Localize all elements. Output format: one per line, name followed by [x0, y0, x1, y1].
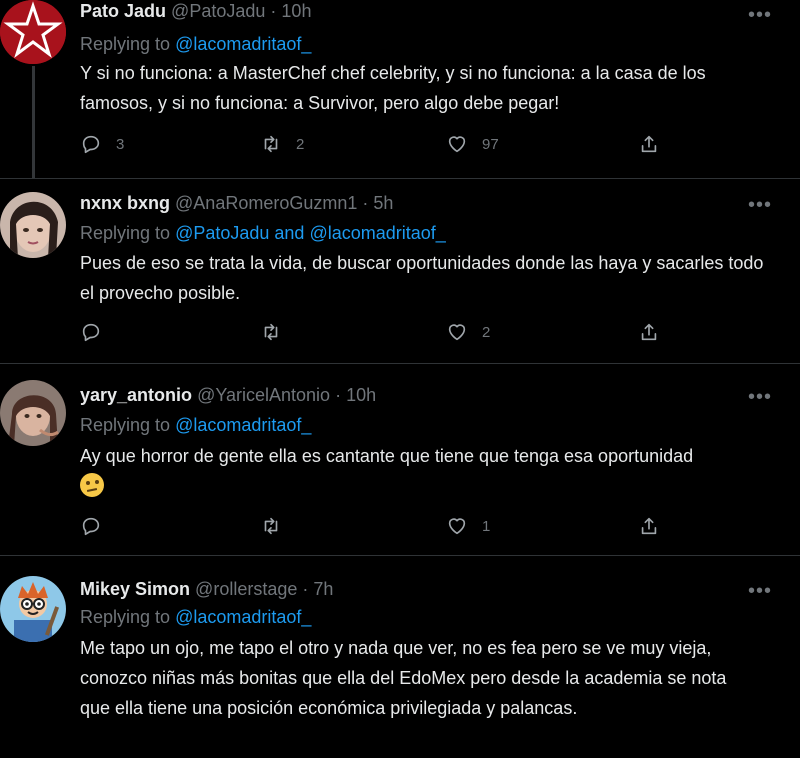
divider: [0, 178, 800, 179]
avatar[interactable]: [0, 192, 66, 258]
display-name[interactable]: yary_antonio: [80, 385, 192, 405]
like-count: 1: [482, 517, 491, 535]
tweet-text: Me tapo un ojo, me tapo el otro y nada q…: [80, 638, 727, 718]
timestamp[interactable]: 7h: [313, 579, 333, 599]
tweet-text: Ay que horror de gente ella es cantante …: [80, 441, 700, 501]
like-count: 97: [482, 135, 499, 153]
tweet-header: Mikey Simon @rollerstage · 7h: [80, 578, 333, 600]
tweet-header: Pato Jadu @PatoJadu · 10h: [80, 0, 311, 22]
mention-link[interactable]: @lacomadritaof_: [175, 415, 311, 435]
tweet[interactable]: Mikey Simon @rollerstage · 7h ••• Replyi…: [0, 556, 800, 758]
timestamp[interactable]: 10h: [281, 1, 311, 21]
timestamp[interactable]: 5h: [373, 193, 393, 213]
heart-icon: [448, 518, 466, 535]
tweet[interactable]: Pato Jadu @PatoJadu · 10h ••• Replying t…: [0, 0, 800, 178]
display-name[interactable]: Mikey Simon: [80, 579, 190, 599]
retweet-icon: [264, 135, 278, 153]
tweet[interactable]: yary_antonio @YaricelAntonio · 10h ••• R…: [0, 364, 800, 555]
share-button[interactable]: [638, 515, 660, 537]
retweet-icon: [264, 517, 278, 535]
tweet-actions: 1: [80, 515, 680, 539]
replying-to: Replying to @lacomadritaof_: [80, 33, 311, 55]
replying-to: Replying to @lacomadritaof_: [80, 414, 311, 436]
separator-dot: ·: [302, 579, 309, 599]
avatar[interactable]: [0, 0, 66, 64]
profile-photo-icon: [0, 380, 66, 446]
handle[interactable]: @rollerstage: [195, 579, 297, 599]
reply-count: 3: [116, 135, 125, 153]
more-options-icon[interactable]: •••: [748, 4, 772, 27]
avatar[interactable]: [0, 576, 66, 642]
separator-dot: ·: [362, 193, 369, 213]
retweet-icon: [264, 323, 278, 341]
share-icon: [641, 135, 657, 153]
heart-icon: [448, 324, 466, 341]
separator-dot: ·: [335, 385, 342, 405]
share-icon: [641, 517, 657, 535]
mention-link[interactable]: @lacomadritaof_: [175, 607, 311, 627]
star-avatar-icon: [0, 0, 66, 64]
share-button[interactable]: [638, 321, 660, 343]
cartoon-avatar-icon: [0, 576, 66, 642]
reply-icon: [82, 323, 100, 342]
replying-label: Replying to: [80, 34, 171, 54]
tweet-text: Y si no funciona: a MasterChef chef cele…: [80, 63, 706, 113]
replying-label: Replying to: [80, 223, 171, 243]
tweet-header: nxnx bxng @AnaRomeroGuzmn1 · 5h: [80, 192, 393, 214]
reply-icon: [82, 517, 100, 536]
tweet-actions: 3 2 97: [80, 133, 680, 157]
retweet-button[interactable]: [260, 321, 296, 343]
heart-icon: [448, 136, 466, 153]
handle[interactable]: @YaricelAntonio: [197, 385, 330, 405]
handle[interactable]: @AnaRomeroGuzmn1: [175, 193, 357, 213]
replying-label: Replying to: [80, 415, 171, 435]
reply-button[interactable]: [80, 321, 116, 343]
like-button[interactable]: 2: [446, 321, 490, 343]
more-options-icon[interactable]: •••: [748, 386, 772, 409]
tweet-text: Pues de eso se trata la vida, de buscar …: [80, 253, 764, 303]
share-button[interactable]: [638, 133, 660, 155]
like-button[interactable]: 1: [446, 515, 490, 537]
like-button[interactable]: 97: [446, 133, 499, 155]
share-icon: [641, 323, 657, 341]
reply-icon: [82, 135, 100, 154]
like-count: 2: [482, 323, 491, 341]
separator-dot: ·: [270, 1, 277, 21]
tweet-actions: 2: [80, 321, 680, 345]
retweet-count: 2: [296, 135, 305, 153]
thread-line: [32, 66, 35, 178]
more-options-icon[interactable]: •••: [748, 194, 772, 217]
tweet-text-content: Ay que horror de gente ella es cantante …: [80, 446, 694, 466]
more-options-icon[interactable]: •••: [748, 580, 772, 603]
tweet-header: yary_antonio @YaricelAntonio · 10h: [80, 384, 376, 406]
replying-to: Replying to @lacomadritaof_: [80, 606, 311, 628]
timestamp[interactable]: 10h: [346, 385, 376, 405]
display-name[interactable]: nxnx bxng: [80, 193, 170, 213]
replying-to: Replying to @PatoJadu and @lacomadritaof…: [80, 222, 446, 244]
thinking-face-emoji-icon: [80, 473, 104, 497]
handle[interactable]: @PatoJadu: [171, 1, 265, 21]
reply-button[interactable]: 3: [80, 133, 124, 155]
profile-photo-icon: [0, 192, 66, 258]
retweet-button[interactable]: 2: [260, 133, 304, 155]
replying-label: Replying to: [80, 607, 171, 627]
tweet[interactable]: nxnx bxng @AnaRomeroGuzmn1 · 5h ••• Repl…: [0, 180, 800, 363]
reply-button[interactable]: [80, 515, 116, 537]
display-name[interactable]: Pato Jadu: [80, 1, 166, 21]
mention-link[interactable]: @lacomadritaof_: [175, 34, 311, 54]
retweet-button[interactable]: [260, 515, 296, 537]
mention-link[interactable]: @PatoJadu and @lacomadritaof_: [175, 223, 446, 243]
avatar[interactable]: [0, 380, 66, 446]
